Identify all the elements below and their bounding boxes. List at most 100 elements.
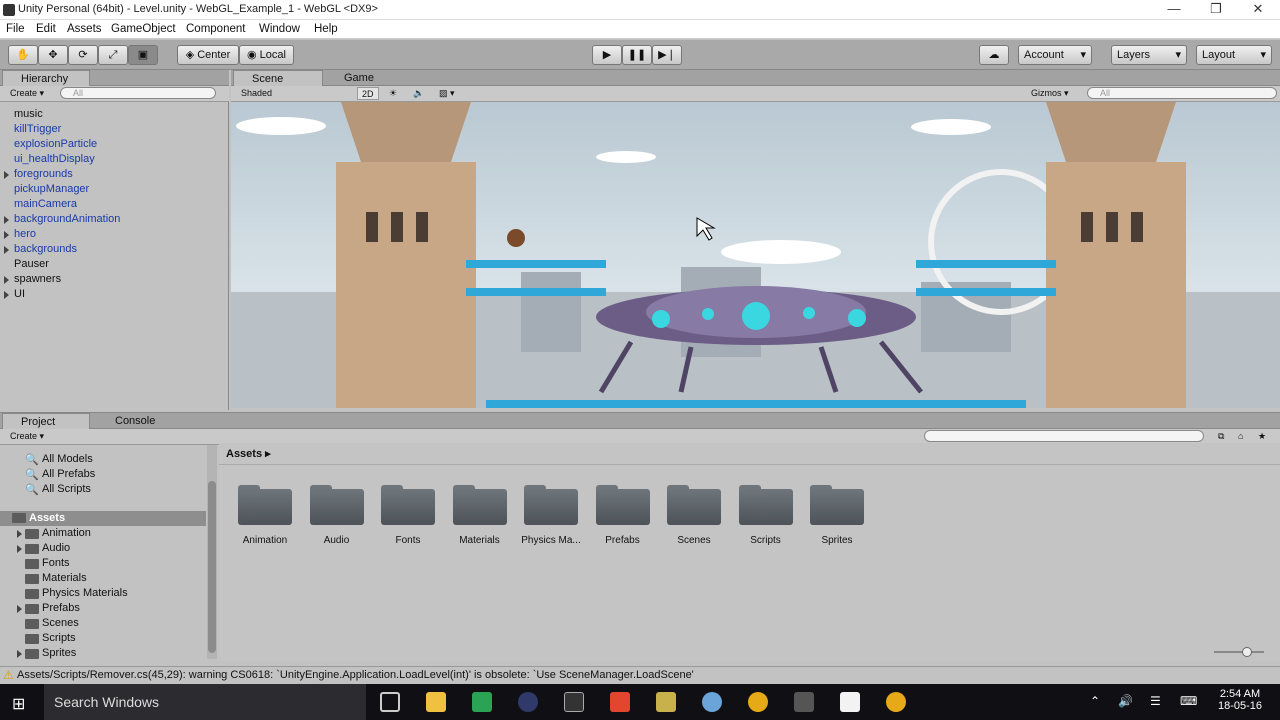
layers-dropdown[interactable]: Layers ▾ bbox=[1111, 45, 1187, 65]
eclipse-icon[interactable] bbox=[518, 692, 538, 712]
folder-tile[interactable] bbox=[381, 483, 435, 525]
project-create-button[interactable]: Create ▾ bbox=[6, 430, 48, 443]
gizmos-dropdown[interactable]: Gizmos ▾ bbox=[1027, 87, 1073, 100]
terminal-icon[interactable] bbox=[564, 692, 584, 712]
favorite-item[interactable]: All Prefabs bbox=[42, 468, 95, 480]
project-search-input[interactable] bbox=[924, 430, 1204, 442]
folder-tile[interactable] bbox=[810, 483, 864, 525]
account-dropdown[interactable]: Account ▾ bbox=[1018, 45, 1092, 65]
notification-icon[interactable]: ☰ bbox=[1150, 694, 1161, 708]
folder-tile[interactable] bbox=[667, 483, 721, 525]
tree-folder-item[interactable]: Fonts bbox=[42, 557, 70, 569]
editor-icon[interactable] bbox=[656, 692, 676, 712]
file-explorer-icon[interactable] bbox=[426, 692, 446, 712]
hierarchy-item[interactable]: mainCamera bbox=[14, 198, 77, 210]
hierarchy-search-input[interactable]: All bbox=[60, 87, 216, 99]
tree-folder-item[interactable]: Materials bbox=[42, 572, 87, 584]
favorite-item[interactable]: All Models bbox=[42, 453, 93, 465]
hierarchy-create-button[interactable]: Create ▾ bbox=[6, 87, 48, 100]
chrome-icon[interactable] bbox=[886, 692, 906, 712]
hierarchy-item[interactable]: backgrounds bbox=[14, 243, 77, 255]
folder-tile[interactable] bbox=[238, 483, 292, 525]
scene-search-input[interactable]: All bbox=[1087, 87, 1277, 99]
menu-window[interactable]: Window bbox=[259, 23, 300, 35]
folder-label[interactable]: Audio bbox=[297, 535, 377, 546]
cloud-button[interactable]: ☁ bbox=[979, 45, 1009, 65]
pivot-center-button[interactable]: ◈ Center bbox=[177, 45, 239, 65]
hierarchy-item[interactable]: backgroundAnimation bbox=[14, 213, 120, 225]
tree-folder-item[interactable]: Physics Materials bbox=[42, 587, 128, 599]
lighting-toggle[interactable]: ☀ bbox=[385, 87, 401, 100]
folder-label[interactable]: Scenes bbox=[654, 535, 734, 546]
tree-folder-item[interactable]: Scenes bbox=[42, 617, 79, 629]
tab-game[interactable]: Game bbox=[326, 70, 406, 86]
tree-folder-item[interactable]: Prefabs bbox=[42, 602, 80, 614]
tab-hierarchy[interactable]: Hierarchy bbox=[2, 70, 90, 86]
inkscape-icon[interactable] bbox=[794, 692, 814, 712]
folder-label[interactable]: Animation bbox=[225, 535, 305, 546]
menu-assets[interactable]: Assets bbox=[67, 23, 102, 35]
filter-label-button[interactable]: ⌂ bbox=[1234, 430, 1247, 443]
hierarchy-item[interactable]: hero bbox=[14, 228, 36, 240]
2d-toggle[interactable]: 2D bbox=[357, 87, 379, 100]
status-bar[interactable]: ⚠ Assets/Scripts/Remover.cs(45,29): warn… bbox=[0, 666, 1280, 684]
expand-arrow-icon[interactable] bbox=[17, 545, 22, 553]
hierarchy-item[interactable]: spawners bbox=[14, 273, 61, 285]
zoom-slider-thumb[interactable] bbox=[1242, 647, 1252, 657]
folder-label[interactable]: Sprites bbox=[797, 535, 877, 546]
tree-folder-item[interactable]: Audio bbox=[42, 542, 70, 554]
folder-label[interactable]: Physics Ma... bbox=[511, 535, 591, 546]
expand-arrow-icon[interactable] bbox=[4, 216, 9, 224]
tab-console[interactable]: Console bbox=[97, 413, 177, 429]
rotate-tool-button[interactable]: ⟳ bbox=[68, 45, 98, 65]
expand-arrow-icon[interactable] bbox=[17, 650, 22, 658]
filter-type-button[interactable]: ⧉ bbox=[1214, 430, 1228, 443]
task-view-icon[interactable] bbox=[380, 692, 400, 712]
folder-label[interactable]: Materials bbox=[440, 535, 520, 546]
tab-scene[interactable]: Scene bbox=[233, 70, 323, 86]
volume-icon[interactable]: 🔊 bbox=[1118, 694, 1133, 708]
keyboard-icon[interactable]: ⌨ bbox=[1180, 694, 1197, 708]
hierarchy-item[interactable]: pickupManager bbox=[14, 183, 89, 195]
menu-help[interactable]: Help bbox=[314, 23, 338, 35]
scene-viewport[interactable] bbox=[231, 102, 1280, 408]
tree-folder-item[interactable]: Sprites bbox=[42, 647, 76, 659]
windows-start-icon[interactable]: ⊞ bbox=[12, 694, 25, 714]
expand-arrow-icon[interactable] bbox=[4, 246, 9, 254]
menu-gameobject[interactable]: GameObject bbox=[111, 23, 176, 35]
hierarchy-item[interactable]: ui_healthDisplay bbox=[14, 153, 95, 165]
scrollbar-thumb[interactable] bbox=[208, 481, 216, 653]
menu-file[interactable]: File bbox=[6, 23, 25, 35]
move-tool-button[interactable]: ✥ bbox=[38, 45, 68, 65]
folder-label[interactable]: Scripts bbox=[726, 535, 806, 546]
close-button[interactable]: ✕ bbox=[1238, 0, 1278, 20]
google-drive-icon[interactable] bbox=[472, 692, 492, 712]
expand-arrow-icon[interactable] bbox=[17, 530, 22, 538]
folder-tile[interactable] bbox=[738, 483, 793, 525]
folder-label[interactable]: Fonts bbox=[368, 535, 448, 546]
layout-dropdown[interactable]: Layout ▾ bbox=[1196, 45, 1272, 65]
pause-button[interactable]: ❚❚ bbox=[622, 45, 652, 65]
pivot-local-button[interactable]: ◉ Local bbox=[239, 45, 294, 65]
folder-label[interactable]: Prefabs bbox=[583, 535, 663, 546]
app-icon[interactable] bbox=[702, 692, 722, 712]
scale-tool-button[interactable]: ⤢ bbox=[98, 45, 128, 65]
folder-tile[interactable] bbox=[309, 483, 364, 525]
hierarchy-item[interactable]: UI bbox=[14, 288, 25, 300]
folder-tile[interactable] bbox=[524, 483, 578, 525]
expand-arrow-icon[interactable] bbox=[4, 291, 9, 299]
expand-arrow-icon[interactable] bbox=[4, 171, 9, 179]
rect-tool-button[interactable]: ▣ bbox=[128, 45, 158, 65]
maximize-button[interactable]: ❐ bbox=[1196, 0, 1236, 20]
hierarchy-item[interactable]: explosionParticle bbox=[14, 138, 97, 150]
step-button[interactable]: ▶❘ bbox=[652, 45, 682, 65]
hierarchy-item[interactable]: killTrigger bbox=[14, 123, 61, 135]
tree-folder-item[interactable]: Animation bbox=[42, 527, 91, 539]
hand-tool-button[interactable]: ✋ bbox=[8, 45, 38, 65]
expand-arrow-icon[interactable] bbox=[4, 276, 9, 284]
chrome-icon[interactable] bbox=[748, 692, 768, 712]
hierarchy-item[interactable]: foregrounds bbox=[14, 168, 73, 180]
shading-dropdown[interactable]: Shaded bbox=[237, 87, 349, 100]
git-icon[interactable] bbox=[610, 692, 630, 712]
chevron-up-icon[interactable]: ⌃ bbox=[1090, 694, 1100, 708]
